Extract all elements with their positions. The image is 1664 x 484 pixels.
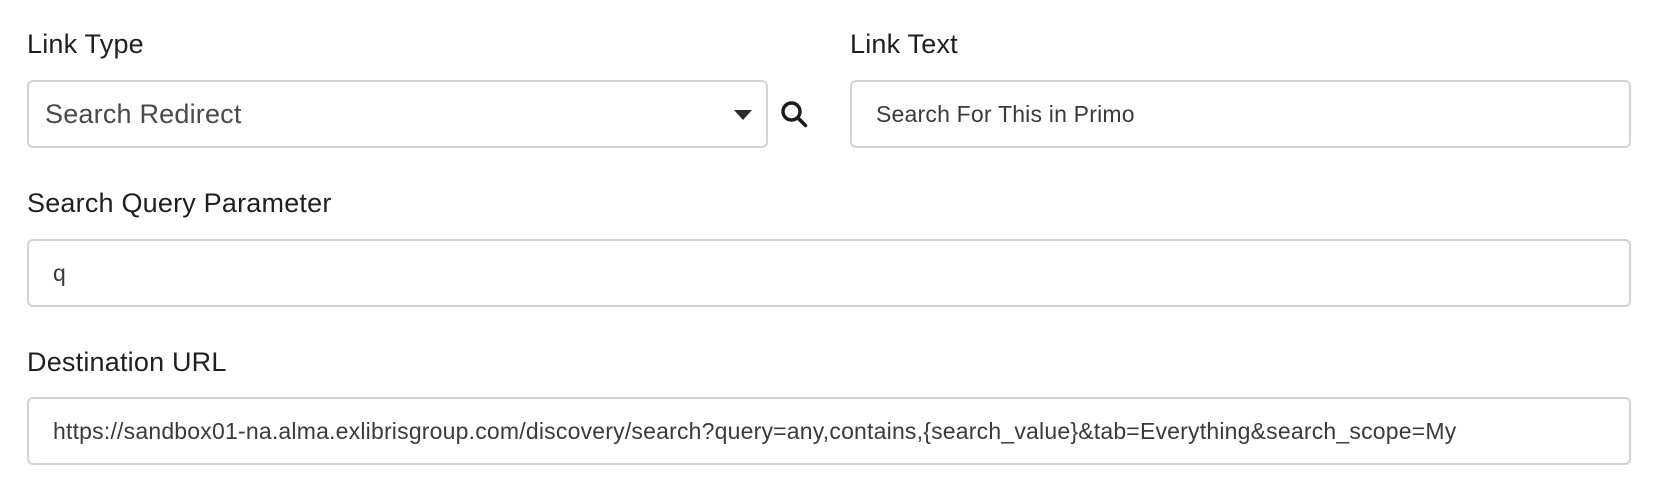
search-query-parameter-input[interactable]: q (27, 239, 1631, 307)
link-type-selected-value: Search Redirect (45, 98, 242, 129)
link-text-label: Link Text (850, 29, 958, 59)
link-type-select[interactable]: Search Redirect (27, 80, 768, 148)
link-text-value: Search For This in Primo (876, 100, 1135, 127)
search-query-parameter-label: Search Query Parameter (27, 188, 332, 218)
link-text-input[interactable]: Search For This in Primo (850, 80, 1631, 148)
search-query-parameter-value: q (53, 259, 66, 286)
search-icon[interactable] (780, 100, 808, 128)
destination-url-value: https://sandbox01-na.alma.exlibrisgroup.… (53, 417, 1457, 444)
link-type-label: Link Type (27, 29, 144, 59)
destination-url-input[interactable]: https://sandbox01-na.alma.exlibrisgroup.… (27, 397, 1631, 465)
caret-down-icon (734, 110, 752, 120)
destination-url-label: Destination URL (27, 347, 227, 377)
